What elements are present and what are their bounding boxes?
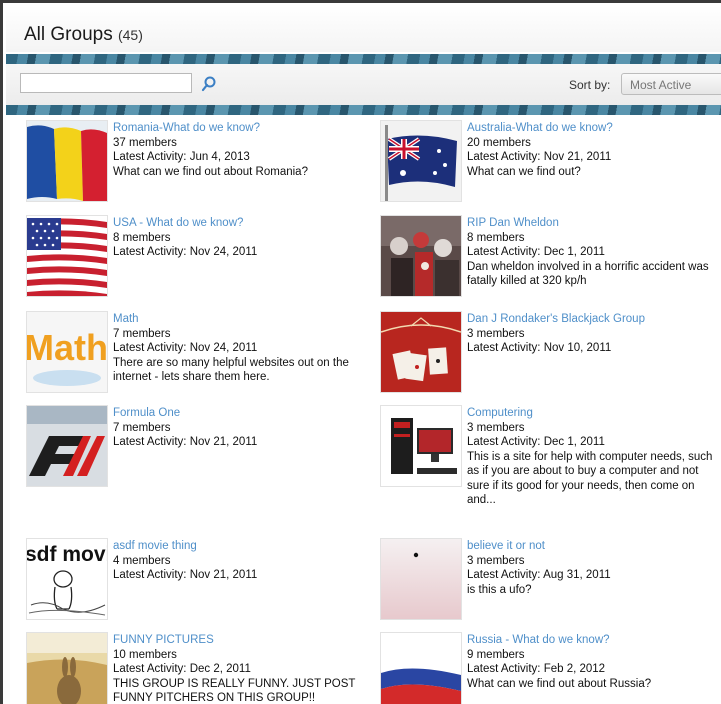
group-name-link[interactable]: Romania-What do we know? bbox=[113, 121, 363, 136]
group-name-link[interactable]: RIP Dan Wheldon bbox=[467, 216, 717, 231]
group-latest-activity: Latest Activity: Dec 1, 2011 bbox=[467, 246, 605, 258]
group-thumbnail-romania[interactable] bbox=[27, 121, 107, 201]
rabbit-photo-image bbox=[27, 633, 107, 704]
page-title: All Groups (45) bbox=[24, 24, 143, 46]
decorative-band-bottom bbox=[6, 105, 721, 115]
page-title-text: All Groups bbox=[24, 24, 113, 45]
asdf-movie-drawing-image: sdf movi bbox=[27, 539, 107, 619]
group-members: 4 members bbox=[113, 554, 171, 567]
group-members: 10 members bbox=[113, 648, 177, 661]
search-icon bbox=[201, 76, 216, 92]
group-thumbnail-computering[interactable] bbox=[381, 406, 461, 486]
group-members: 7 members bbox=[113, 327, 171, 340]
group-name-link[interactable]: Dan J Rondaker's Blackjack Group bbox=[467, 312, 717, 327]
ufo-photo-image bbox=[381, 539, 461, 619]
group-name-link[interactable]: believe it or not bbox=[467, 539, 717, 554]
group-members: 7 members bbox=[113, 421, 171, 434]
group-name-link[interactable]: Formula One bbox=[113, 406, 363, 421]
australia-flag-image bbox=[381, 121, 461, 201]
group-name-link[interactable]: Computering bbox=[467, 406, 717, 421]
group-description: is this a ufo? bbox=[467, 583, 532, 596]
racing-crowd-photo-image bbox=[381, 216, 461, 296]
group-description: There are so many helpful websites out o… bbox=[113, 356, 349, 384]
group-description: THIS GROUP IS REALLY FUNNY. JUST POST FU… bbox=[113, 677, 356, 704]
group-latest-activity: Latest Activity: Dec 1, 2011 bbox=[467, 436, 605, 448]
group-count: (45) bbox=[117, 27, 143, 43]
group-thumbnail-blackjack[interactable] bbox=[381, 312, 461, 392]
group-latest-activity: Latest Activity: Nov 21, 2011 bbox=[113, 436, 258, 448]
group-description: What can we find out about Romania? bbox=[113, 165, 308, 178]
formula-one-logo-image bbox=[27, 406, 107, 486]
search-input[interactable] bbox=[20, 73, 192, 93]
blackjack-table-image bbox=[381, 312, 461, 392]
group-latest-activity: Latest Activity: Nov 24, 2011 bbox=[113, 246, 258, 258]
group-latest-activity: Latest Activity: Feb 2, 2012 bbox=[467, 663, 606, 675]
group-thumbnail-formula-one[interactable] bbox=[27, 406, 107, 486]
group-name-link[interactable]: Russia - What do we know? bbox=[467, 633, 717, 648]
sort-select[interactable]: Most Active ↕ bbox=[621, 73, 721, 95]
group-name-link[interactable]: Australia-What do we know? bbox=[467, 121, 717, 136]
decorative-band-top bbox=[6, 54, 721, 64]
group-thumbnail-australia[interactable] bbox=[381, 121, 461, 201]
group-description: Dan wheldon involved in a horrific accid… bbox=[467, 260, 709, 288]
group-members: 9 members bbox=[467, 648, 525, 661]
romania-flag-image bbox=[27, 121, 107, 201]
usa-flag-image bbox=[27, 216, 107, 296]
russia-flag-image bbox=[381, 633, 461, 704]
computer-tower-image bbox=[381, 406, 461, 486]
math-logo-image: Math bbox=[27, 312, 107, 392]
group-name-link[interactable]: USA - What do we know? bbox=[113, 216, 363, 231]
search-button[interactable] bbox=[199, 74, 219, 94]
group-thumbnail-russia[interactable] bbox=[381, 633, 461, 704]
group-latest-activity: Latest Activity: Nov 21, 2011 bbox=[467, 151, 612, 163]
group-description: What can we find out? bbox=[467, 165, 581, 178]
group-thumbnail-math[interactable]: Math bbox=[27, 312, 107, 392]
sort-selected-value: Most Active bbox=[630, 78, 692, 92]
group-members: 8 members bbox=[467, 231, 525, 244]
group-members: 20 members bbox=[467, 136, 531, 149]
toolbar: Sort by: Most Active ↕ bbox=[6, 64, 721, 105]
group-latest-activity: Latest Activity: Aug 31, 2011 bbox=[467, 569, 611, 581]
group-thumbnail-usa[interactable] bbox=[27, 216, 107, 296]
group-members: 8 members bbox=[113, 231, 171, 244]
group-thumbnail-believe-it-or-not[interactable] bbox=[381, 539, 461, 619]
group-latest-activity: Latest Activity: Jun 4, 2013 bbox=[113, 151, 250, 163]
math-logo-text: Math bbox=[27, 327, 107, 368]
group-latest-activity: Latest Activity: Dec 2, 2011 bbox=[113, 663, 251, 675]
group-thumbnail-funny-pictures[interactable] bbox=[27, 633, 107, 704]
group-description: What can we find out about Russia? bbox=[467, 677, 652, 690]
group-members: 3 members bbox=[467, 327, 525, 340]
group-latest-activity: Latest Activity: Nov 10, 2011 bbox=[467, 342, 612, 354]
group-members: 3 members bbox=[467, 421, 525, 434]
group-members: 3 members bbox=[467, 554, 525, 567]
group-thumbnail-rip-dan-wheldon[interactable] bbox=[381, 216, 461, 296]
group-latest-activity: Latest Activity: Nov 21, 2011 bbox=[113, 569, 258, 581]
group-members: 37 members bbox=[113, 136, 177, 149]
group-name-link[interactable]: FUNNY PICTURES bbox=[113, 633, 363, 648]
group-name-link[interactable]: asdf movie thing bbox=[113, 539, 363, 554]
group-latest-activity: Latest Activity: Nov 24, 2011 bbox=[113, 342, 258, 354]
sort-label: Sort by: bbox=[569, 78, 611, 92]
group-description: This is a site for help with computer ne… bbox=[467, 450, 713, 507]
groups-page: All Groups (45) Sort by: Most Active ↕ bbox=[0, 0, 721, 704]
group-name-link[interactable]: Math bbox=[113, 312, 363, 327]
group-thumbnail-asdf-movie[interactable]: sdf movi bbox=[27, 539, 107, 619]
asdf-logo-text: sdf movi bbox=[27, 543, 107, 566]
header-bar: All Groups (45) bbox=[6, 6, 721, 52]
